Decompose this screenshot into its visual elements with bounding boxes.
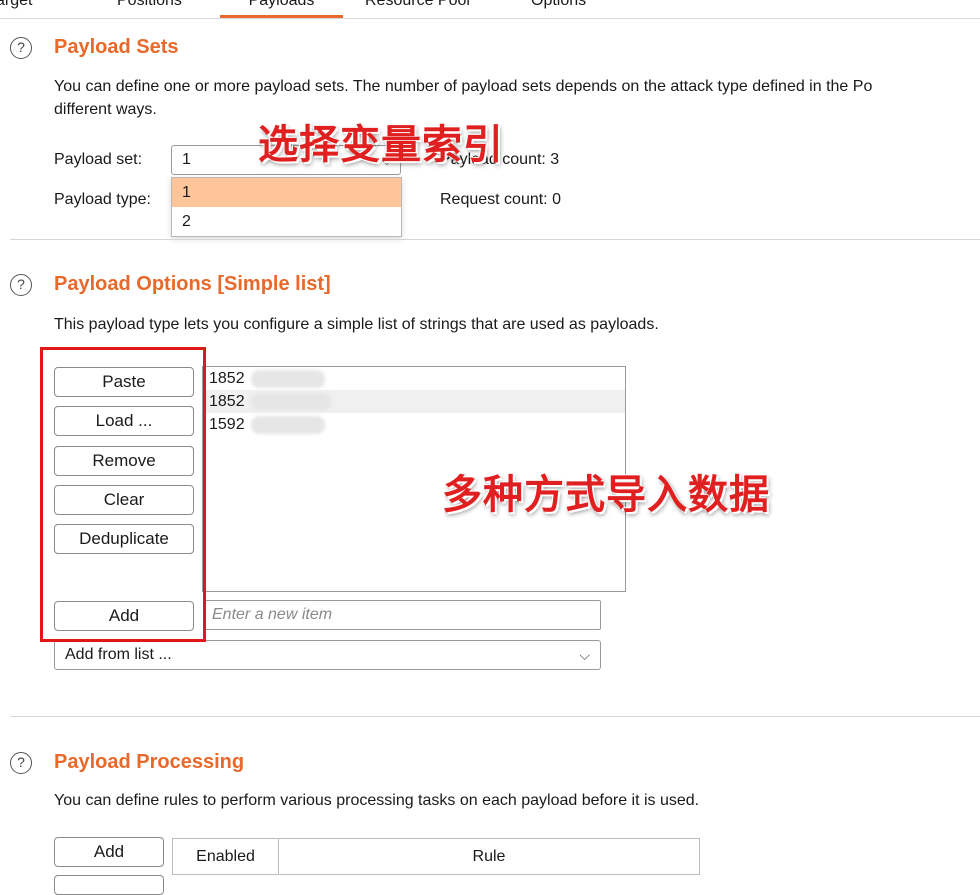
list-item[interactable]: 1592 [203,413,625,436]
table-header-row: Enabled Rule [172,838,700,875]
payload-sets-title: Payload Sets [54,36,179,58]
help-circle-icon[interactable]: ? [10,752,32,774]
tab-positions[interactable]: Positions [117,0,182,18]
list-item-text: 1592 [209,416,245,433]
annotation-multiple-import-methods: 多种方式导入数据 [442,472,770,518]
help-circle-icon[interactable]: ? [10,274,32,296]
dropdown-option-2[interactable]: 2 [172,207,401,236]
payload-sets-description-2: different ways. [54,101,157,118]
payload-options-description: This payload type lets you configure a s… [54,316,659,333]
payload-processing-description: You can define rules to perform various … [54,792,700,809]
edit-rule-button[interactable] [54,875,164,895]
payload-set-label: Payload set: [54,151,143,168]
column-enabled[interactable]: Enabled [172,838,279,875]
tab-options[interactable]: Options [531,0,586,18]
list-item-text: 1852 [209,370,245,387]
dropdown-option-1[interactable]: 1 [172,178,401,207]
payload-sets-description: You can define one or more payload sets.… [54,78,873,95]
help-circle-icon[interactable]: ? [10,37,32,59]
add-rule-button[interactable]: Add [54,837,164,867]
payload-options-title: Payload Options [Simple list] [54,273,331,295]
new-item-input[interactable]: Enter a new item [203,600,601,630]
add-from-list-select[interactable]: Add from list ... ⌵ [54,640,601,670]
payload-processing-title: Payload Processing [54,751,245,773]
add-from-list-label: Add from list ... [65,646,172,663]
redaction [251,370,325,388]
highlight-box [40,347,206,642]
tab-target[interactable]: Target [0,0,32,18]
payload-set-value: 1 [182,151,191,168]
list-item[interactable]: 1852 [203,367,625,390]
redaction [251,393,331,411]
section-divider [10,239,980,240]
payload-set-dropdown: 1 2 [171,177,402,237]
column-rule[interactable]: Rule [278,838,700,875]
section-divider [10,716,980,717]
chevron-down-icon: ⌵ [579,647,590,663]
annotation-select-variable-index: 选择变量索引 [258,122,504,168]
list-item[interactable]: 1852 [203,390,625,413]
list-item-text: 1852 [209,393,245,410]
tab-resource-pool[interactable]: Resource Pool [365,0,470,18]
tab-divider [0,18,980,19]
request-count: Request count: 0 [440,191,561,208]
redaction [251,416,325,434]
tab-payloads[interactable]: Payloads [220,0,343,18]
payload-type-label: Payload type: [54,191,151,208]
rules-table: Enabled Rule [172,838,700,875]
